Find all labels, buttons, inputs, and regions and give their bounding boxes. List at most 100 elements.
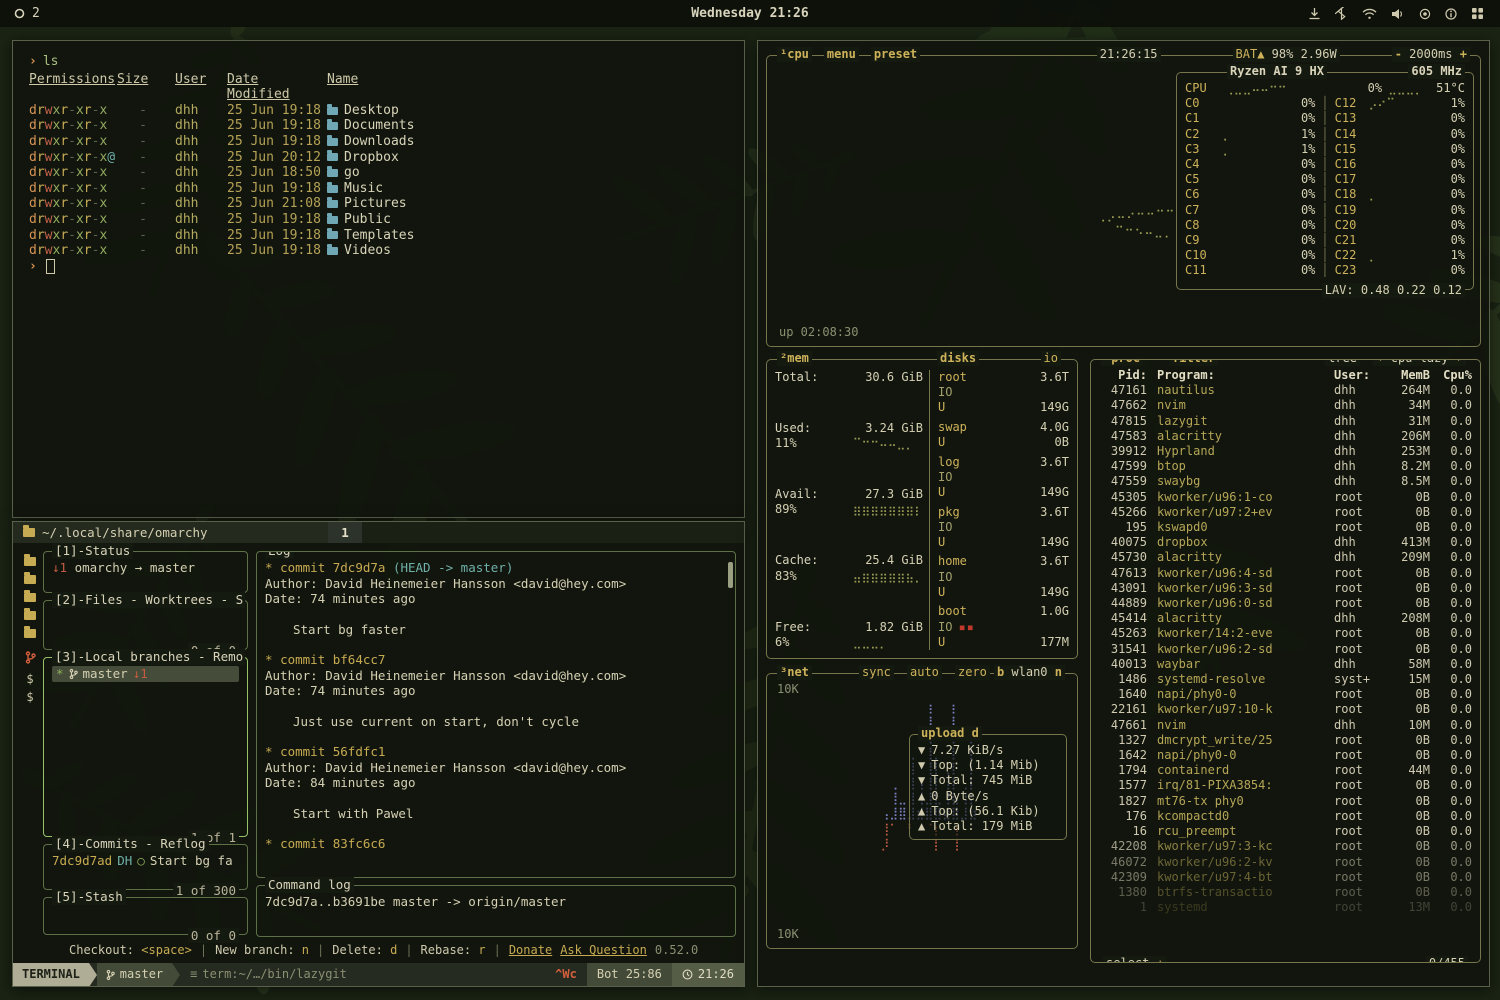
io-toggle[interactable]: io xyxy=(1041,351,1061,366)
terminal-window-btop[interactable]: ¹cpu menu preset 21:26:15 BAT▲ 98% 2.96W… xyxy=(757,40,1490,987)
process-row[interactable]: 47661 nvim dhh 10M 0.0 xyxy=(1099,718,1472,733)
process-row[interactable]: 47559 swaybg dhh 8.5M 0.0 xyxy=(1099,474,1472,489)
folder-icon[interactable] xyxy=(24,575,36,584)
process-row[interactable]: 40075 dropbox dhh 413M 0.0 xyxy=(1099,535,1472,550)
workspace-number[interactable]: 2 xyxy=(32,6,40,21)
process-row[interactable]: 46072 kworker/u96:2-kv root 0B 0.0 xyxy=(1099,855,1472,870)
cpu-box[interactable]: ¹cpu menu preset 21:26:15 BAT▲ 98% 2.96W… xyxy=(766,55,1481,347)
net-zero-button[interactable]: zero xyxy=(955,665,990,680)
select-control[interactable]: select ↓ xyxy=(1103,956,1167,963)
commit-row[interactable]: 7dc9d7ad DH ○ Start bg fa xyxy=(52,853,239,869)
process-row[interactable]: 22161 kworker/u97:10-k root 0B 0.0 xyxy=(1099,702,1472,717)
cpu-box-label[interactable]: ¹cpu xyxy=(777,47,812,62)
keybinding[interactable]: New branch: n xyxy=(215,943,324,959)
process-row[interactable]: 1 systemd root 13M 0.0 xyxy=(1099,900,1472,915)
sort-prev-icon[interactable]: ‹ xyxy=(1376,359,1383,365)
process-row[interactable]: 1794 containerd root 44M 0.0 xyxy=(1099,763,1472,778)
interval-decrease-button[interactable]: - xyxy=(1395,47,1402,61)
donate-link[interactable]: Donate xyxy=(509,943,552,959)
branches-panel[interactable]: [3]-Local branches - Remo * master ↓1 1 … xyxy=(43,657,248,837)
net-sync-button[interactable]: sync xyxy=(859,665,894,680)
tab-1[interactable]: 1 xyxy=(328,522,362,543)
about-icon[interactable] xyxy=(1445,8,1457,20)
log-panel[interactable]: Log * commit 7dc9d7a (HEAD -> master) Au… xyxy=(256,551,736,878)
process-row[interactable]: 42309 kworker/u97:4-bt root 0B 0.0 xyxy=(1099,870,1472,885)
folder-icon[interactable] xyxy=(24,611,36,620)
mem-box-label[interactable]: ²mem xyxy=(777,351,812,366)
folder-icon[interactable] xyxy=(24,557,36,566)
process-row[interactable]: 1327 dmcrypt_write/25 root 0B 0.0 xyxy=(1099,733,1472,748)
menu-button[interactable]: menu xyxy=(824,47,859,62)
wifi-icon[interactable] xyxy=(1362,8,1377,20)
process-row[interactable]: 40013 waybar dhh 58M 0.0 xyxy=(1099,657,1472,672)
net-interface[interactable]: b wlan0 n xyxy=(994,665,1065,680)
process-row[interactable]: 195 kswapd0 root 0B 0.0 xyxy=(1099,520,1472,535)
branch-row-selected[interactable]: * master ↓1 xyxy=(52,666,239,682)
terminal-window-ls[interactable]: › ls Permissions Size User Date Modified… xyxy=(12,40,745,518)
stash-panel[interactable]: [5]-Stash 0 of 0 xyxy=(43,897,248,935)
disks-label[interactable]: disks xyxy=(937,351,979,366)
process-row[interactable]: 47662 nvim dhh 34M 0.0 xyxy=(1099,398,1472,413)
apps-icon[interactable] xyxy=(1471,7,1484,20)
process-row[interactable]: 45266 kworker/u97:2+ev root 0B 0.0 xyxy=(1099,505,1472,520)
sort-selector[interactable]: ‹ cpu lazy › xyxy=(1373,359,1466,366)
process-row[interactable]: 47161 nautilus dhh 264M 0.0 xyxy=(1099,383,1472,398)
header-user[interactable]: User: xyxy=(1334,368,1384,383)
prev-iface-key[interactable]: b xyxy=(997,665,1004,679)
tree-toggle[interactable]: tree xyxy=(1325,359,1360,366)
keybinding[interactable]: Checkout: <space> xyxy=(69,943,207,959)
process-row[interactable]: 47815 lazygit dhh 31M 0.0 xyxy=(1099,414,1472,429)
prompt-line-empty[interactable]: › xyxy=(29,259,728,275)
header-cpu[interactable]: Cpu% xyxy=(1430,368,1472,383)
interval-increase-button[interactable]: + xyxy=(1460,47,1467,61)
process-row[interactable]: 45414 alacritty dhh 208M 0.0 xyxy=(1099,611,1472,626)
script-file[interactable]: $ xyxy=(26,673,33,686)
process-row[interactable]: 31541 kworker/u96:2-sd root 0B 0.0 xyxy=(1099,642,1472,657)
bluetooth-icon[interactable] xyxy=(1335,7,1348,20)
process-row[interactable]: 1642 napi/phy0-0 root 0B 0.0 xyxy=(1099,748,1472,763)
status-panel[interactable]: [1]-Status ↓1 omarchy → master xyxy=(43,551,248,593)
process-row[interactable]: 45263 kworker/14:2-eve root 0B 0.0 xyxy=(1099,626,1472,641)
proc-box-label[interactable]: ⁴proc xyxy=(1101,359,1143,366)
net-box-label[interactable]: ³net xyxy=(777,665,812,680)
commits-panel[interactable]: [4]-Commits - Reflog 7dc9d7ad DH ○ Start… xyxy=(43,844,248,890)
folder-icon[interactable] xyxy=(24,593,36,602)
terminal-window-lazygit[interactable]: ~/.local/share/omarchy 1 $ $ xyxy=(12,521,745,987)
files-panel[interactable]: [2]-Files - Worktrees - S 0 of 0 xyxy=(43,600,248,650)
network-box[interactable]: ³net sync auto zero b wlan0 n 10K 10K ⠀⠀… xyxy=(766,673,1078,949)
process-row[interactable]: 1827 mt76-tx phy0 root 0B 0.0 xyxy=(1099,794,1472,809)
tabline-path[interactable]: ~/.local/share/omarchy xyxy=(13,522,328,543)
record-icon[interactable] xyxy=(1419,8,1431,20)
down-arrow-icon[interactable]: ↓ xyxy=(1157,956,1164,963)
updates-icon[interactable] xyxy=(1308,7,1321,20)
filter-button[interactable]: filter xyxy=(1169,359,1218,366)
process-row[interactable]: 47613 kworker/u96:4-sd root 0B 0.0 xyxy=(1099,566,1472,581)
scrollbar-thumb[interactable] xyxy=(728,562,733,588)
process-row[interactable]: 1380 btrfs-transactio root 0B 0.0 xyxy=(1099,885,1472,900)
process-row[interactable]: 42208 kworker/u97:3-kc root 0B 0.0 xyxy=(1099,839,1472,854)
command-log-panel[interactable]: Command log 7dc9d7a..b3691be master -> o… xyxy=(256,885,736,937)
folder-icon[interactable] xyxy=(24,629,36,638)
process-row[interactable]: 45305 kworker/u96:1-co root 0B 0.0 xyxy=(1099,490,1472,505)
process-row[interactable]: 47583 alacritty dhh 206M 0.0 xyxy=(1099,429,1472,444)
process-row[interactable]: 16 rcu_preempt root 0B 0.0 xyxy=(1099,824,1472,839)
ask-question-link[interactable]: Ask Question xyxy=(560,943,647,959)
process-row[interactable]: 176 kcompactd0 root 0B 0.0 xyxy=(1099,809,1472,824)
next-iface-key[interactable]: n xyxy=(1055,665,1062,679)
process-row[interactable]: 43091 kworker/u96:3-sd root 0B 0.0 xyxy=(1099,581,1472,596)
workspace-icon[interactable] xyxy=(14,8,25,19)
header-program[interactable]: Program: xyxy=(1157,368,1334,383)
sort-next-icon[interactable]: › xyxy=(1456,359,1463,365)
net-auto-button[interactable]: auto xyxy=(907,665,942,680)
script-file[interactable]: $ xyxy=(26,691,33,704)
preset-button[interactable]: preset xyxy=(871,47,920,62)
header-mem[interactable]: MemB xyxy=(1384,368,1430,383)
process-row[interactable]: 47599 btop dhh 8.2M 0.0 xyxy=(1099,459,1472,474)
status-row[interactable]: ↓1 omarchy → master xyxy=(52,560,239,576)
process-row[interactable]: 39912 Hyprland dhh 253M 0.0 xyxy=(1099,444,1472,459)
process-row[interactable]: 1640 napi/phy0-0 root 0B 0.0 xyxy=(1099,687,1472,702)
process-row[interactable]: 44889 kworker/u96:0-sd root 0B 0.0 xyxy=(1099,596,1472,611)
keybinding[interactable]: Rebase: r xyxy=(421,943,501,959)
process-box[interactable]: ⁴proc filter tree ‹ cpu lazy › Pid: Prog… xyxy=(1090,359,1481,963)
process-row[interactable]: 1486 systemd-resolve syst+ 15M 0.0 xyxy=(1099,672,1472,687)
